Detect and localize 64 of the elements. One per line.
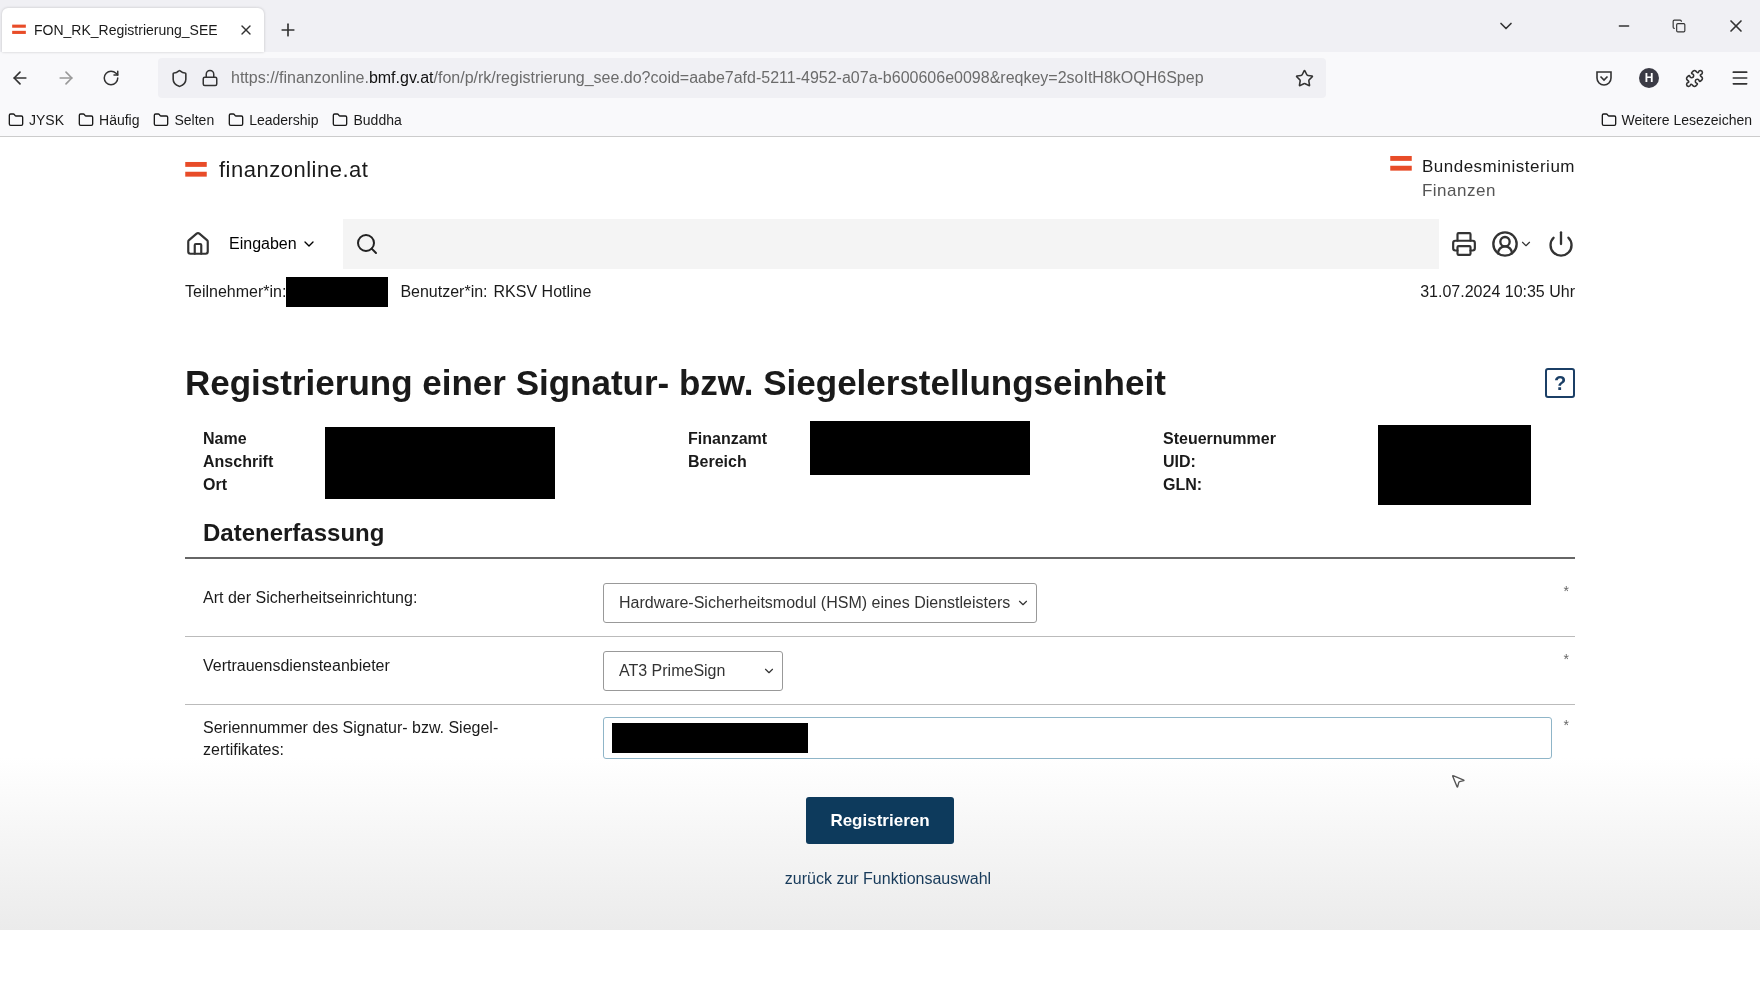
info-label: GLN:: [1163, 475, 1204, 495]
site-logo-text[interactable]: finanzonline.at: [219, 157, 369, 183]
home-icon[interactable]: [185, 231, 211, 257]
bookmark-folder[interactable]: Häufig: [78, 112, 140, 128]
logo-icon: [1389, 155, 1412, 173]
info-label: Name: [203, 429, 248, 449]
user-label: Benutzer*in:: [400, 283, 488, 301]
browser-tab[interactable]: FON_RK_Registrierung_SEE: [2, 8, 264, 52]
pocket-icon[interactable]: [1595, 69, 1613, 87]
info-label: Ort: [203, 475, 228, 495]
bookmark-folder[interactable]: Leadership: [228, 112, 319, 128]
required-mark: *: [1563, 717, 1569, 733]
bookmark-folder[interactable]: Weitere Lesezeichen: [1600, 112, 1752, 128]
date-time: 31.07.2024 10:35 Uhr: [1420, 283, 1575, 301]
required-mark: *: [1563, 651, 1569, 667]
info-label: Bereich: [688, 452, 748, 472]
printer-icon[interactable]: [1451, 231, 1477, 257]
lock-icon: [201, 69, 219, 87]
folder-icon: [153, 112, 170, 128]
logo-icon: [12, 24, 26, 36]
field-label: Seriennummer des Signatur- bzw. Siegel-zertifikates:: [202, 718, 500, 760]
cursor-icon: [1450, 773, 1466, 789]
star-icon[interactable]: [1295, 68, 1314, 88]
folder-icon: [8, 112, 24, 128]
info-label: UID:: [1163, 452, 1197, 472]
help-button[interactable]: ?: [1545, 368, 1575, 398]
folder-icon: [228, 112, 245, 128]
puzzle-icon[interactable]: [1685, 68, 1704, 88]
bookmark-folder[interactable]: JYSK: [8, 112, 64, 128]
bookmark-folder[interactable]: Selten: [153, 112, 215, 128]
power-icon[interactable]: [1547, 230, 1575, 258]
search-icon: [354, 232, 379, 256]
url-text: https://finanzonline.bmf.gv.at/fon/p/rk/registrierung_see.do?coid=aabe7afd-5211-4952-a07a-b600606e0098&reqkey=2soItH8kOQH6Spep: [231, 69, 1205, 87]
user-name: RKSV Hotline: [493, 283, 592, 301]
input-field[interactable]: [603, 717, 1552, 759]
shield-icon: [170, 68, 189, 88]
field-label: Vertrauensdiensteanbieter: [202, 656, 391, 676]
info-label: Steuernummer: [1163, 429, 1277, 449]
folder-icon: [332, 112, 349, 128]
info-label: Finanzamt: [688, 429, 769, 449]
bookmark-folder[interactable]: Buddha: [332, 112, 402, 128]
menu-icon[interactable]: [1730, 68, 1750, 88]
restore-icon[interactable]: [1672, 19, 1686, 33]
select-field[interactable]: Hardware-Sicherheitsmodul (HSM) eines Dienstleisters: [603, 583, 1038, 623]
info-label: Anschrift: [203, 452, 275, 472]
ministry-name: Finanzen: [1421, 180, 1497, 202]
reload-icon[interactable]: [102, 69, 120, 87]
participant-label: Teilnehmer*in:: [185, 283, 287, 301]
page-title: Registrierung einer Signatur- bzw. Siegelerstellungseinheit: [185, 363, 1166, 403]
required-mark: *: [1563, 583, 1569, 599]
logo-icon: [185, 161, 207, 179]
back-link[interactable]: zurück zur Funktionsauswahl: [784, 870, 992, 888]
user-menu-icon[interactable]: [1491, 230, 1533, 258]
folder-icon: [1600, 112, 1617, 128]
profile-avatar[interactable]: H: [1639, 68, 1659, 88]
section-title: Datenerfassung: [185, 519, 1575, 559]
field-label: Art der Sicherheitseinrichtung:: [202, 588, 419, 608]
select-field[interactable]: AT3 PrimeSign: [603, 651, 783, 691]
menu-dropdown[interactable]: Eingaben: [221, 235, 325, 253]
address-bar[interactable]: https://finanzonline.bmf.gv.at/fon/p/rk/registrierung_see.do?coid=aabe7afd-5211-4952-a07a-b600606e0098&reqkey=2soItH8kOQH6Spep: [158, 58, 1326, 98]
folder-icon: [78, 112, 94, 128]
search-field[interactable]: [342, 219, 1439, 269]
register-button[interactable]: Registrieren: [806, 797, 954, 844]
ministry-name: Bundesministerium: [1421, 156, 1575, 178]
